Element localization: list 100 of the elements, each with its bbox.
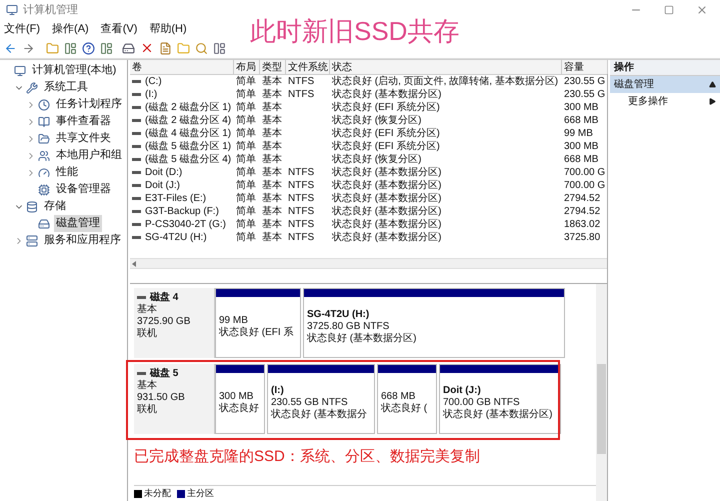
column-header[interactable]: 布局 bbox=[234, 60, 260, 74]
table-cell: 简单 bbox=[236, 114, 256, 127]
volume-icon bbox=[132, 93, 141, 96]
table-cell: 2794.52 bbox=[564, 192, 600, 205]
table-cell: (C:) bbox=[145, 75, 162, 88]
disk-size: 931.50 GB bbox=[137, 392, 186, 404]
column-header[interactable]: 卷 bbox=[130, 60, 234, 74]
console-icon[interactable] bbox=[213, 42, 226, 54]
menu-item[interactable]: 操作(A) bbox=[52, 20, 89, 38]
menu-item[interactable]: 帮助(H) bbox=[149, 20, 187, 38]
gauge-icon bbox=[38, 166, 50, 178]
table-cell: 230.55 G bbox=[564, 88, 606, 101]
folder-icon[interactable] bbox=[177, 42, 190, 54]
tree-item[interactable]: 设备管理器 bbox=[54, 181, 113, 198]
table-cell: 简单 bbox=[236, 75, 256, 88]
table-cell: NTFS bbox=[288, 231, 314, 244]
search-icon[interactable] bbox=[195, 42, 208, 54]
vertical-scrollbar[interactable] bbox=[596, 284, 607, 501]
book-icon bbox=[38, 116, 50, 128]
table-cell: Doit (D:) bbox=[145, 166, 182, 179]
column-header[interactable]: 容量 bbox=[562, 60, 608, 74]
collapse-icon[interactable] bbox=[709, 81, 716, 88]
action-item[interactable]: 更多操作 bbox=[610, 93, 720, 110]
scroll-left-icon[interactable] bbox=[132, 260, 137, 266]
table-cell: 简单 bbox=[236, 231, 256, 244]
table-cell: (I:) bbox=[145, 88, 158, 101]
table-cell: 基本 bbox=[262, 75, 282, 88]
help-icon[interactable] bbox=[82, 42, 95, 54]
disk-type: 基本 bbox=[137, 304, 158, 316]
table-cell: 基本 bbox=[262, 179, 282, 192]
forward-icon[interactable] bbox=[22, 42, 35, 54]
tree-item[interactable]: 计算机管理(本地) bbox=[30, 62, 118, 79]
panel-icon[interactable] bbox=[100, 42, 113, 54]
back-icon[interactable] bbox=[4, 42, 17, 54]
monitor-icon bbox=[14, 64, 26, 76]
users-icon bbox=[38, 150, 50, 162]
volume-icon bbox=[132, 119, 141, 122]
maximize-icon[interactable] bbox=[664, 5, 674, 15]
table-cell: 简单 bbox=[236, 205, 256, 218]
partition[interactable]: (I:) 230.55 GB NTFS 状态良好 (基本数据分 bbox=[267, 364, 375, 434]
close-icon[interactable] bbox=[696, 4, 708, 16]
document-icon[interactable] bbox=[159, 42, 172, 54]
partition[interactable]: Doit (J:) 700.00 GB NTFS 状态良好 (基本数据分区) bbox=[439, 364, 561, 434]
tree-item[interactable]: 本地用户和组 bbox=[54, 147, 124, 164]
partition-status: 状态良好 bbox=[219, 403, 260, 415]
partition[interactable]: 668 MB 状态良好 ( bbox=[377, 364, 437, 434]
panel-icon[interactable] bbox=[64, 42, 77, 54]
partition[interactable]: 300 MB 状态良好 bbox=[215, 364, 265, 434]
table-cell: 简单 bbox=[236, 153, 256, 166]
tree-item[interactable]: 事件查看器 bbox=[54, 113, 113, 130]
table-cell: 状态良好 (基本数据分区) bbox=[332, 192, 442, 205]
table-cell: 基本 bbox=[262, 205, 282, 218]
horizontal-scrollbar[interactable] bbox=[130, 258, 607, 269]
drive-icon bbox=[38, 218, 50, 230]
volume-icon bbox=[132, 158, 141, 161]
table-cell: 基本 bbox=[262, 218, 282, 231]
tree-item[interactable]: 系统工具 bbox=[42, 79, 90, 96]
partition-size: 700.00 GB NTFS bbox=[443, 397, 521, 408]
tree-item[interactable]: 磁盘管理 bbox=[54, 215, 102, 232]
partition[interactable]: 99 MB 状态良好 (EFI 系 bbox=[215, 288, 301, 358]
table-cell: 基本 bbox=[262, 140, 282, 153]
table-cell: 99 MB bbox=[564, 127, 593, 140]
table-cell: 230.55 G bbox=[564, 75, 606, 88]
table-cell: 状态良好 (基本数据分区) bbox=[332, 88, 442, 101]
table-cell: SG-4T2U (H:) bbox=[145, 231, 207, 244]
table-cell: 简单 bbox=[236, 192, 256, 205]
table-cell: E3T-Files (E:) bbox=[145, 192, 206, 205]
menu-item[interactable]: 文件(F) bbox=[4, 20, 40, 38]
partition-status: 状态良好 (基本数据分 bbox=[271, 409, 368, 421]
tree-item[interactable]: 性能 bbox=[54, 164, 80, 181]
clock-icon bbox=[38, 98, 50, 110]
action-group[interactable]: 磁盘管理 bbox=[610, 76, 720, 93]
tree-item[interactable]: 任务计划程序 bbox=[54, 96, 124, 113]
actions-header: 操作 bbox=[610, 60, 720, 76]
drive-icon[interactable] bbox=[122, 42, 135, 54]
table-cell: 基本 bbox=[262, 88, 282, 101]
folder-icon[interactable] bbox=[46, 42, 59, 54]
partition-status: 状态良好 (基本数据分区) bbox=[443, 409, 554, 421]
column-header[interactable]: 类型 bbox=[260, 60, 286, 74]
table-cell: 简单 bbox=[236, 127, 256, 140]
tree-item[interactable]: 服务和应用程序 bbox=[42, 232, 123, 249]
partition[interactable]: SG-4T2U (H:) 3725.80 GB NTFS 状态良好 (基本数据分区) bbox=[303, 288, 565, 358]
table-cell: 668 MB bbox=[564, 153, 598, 166]
table-cell: 3725.80 bbox=[564, 231, 600, 244]
menu-item[interactable]: 查看(V) bbox=[100, 20, 138, 38]
table-cell: 基本 bbox=[262, 114, 282, 127]
delete-icon[interactable] bbox=[140, 41, 154, 55]
table-cell: 668 MB bbox=[564, 114, 598, 127]
volume-icon bbox=[132, 223, 141, 226]
tree-item[interactable]: 存储 bbox=[42, 198, 68, 215]
table-cell: 状态良好 (EFI 系统分区) bbox=[332, 101, 440, 114]
column-header[interactable]: 状态 bbox=[330, 60, 562, 74]
column-header[interactable]: 文件系统 bbox=[286, 60, 330, 74]
database-icon bbox=[26, 200, 38, 212]
tree-item[interactable]: 共享文件夹 bbox=[54, 130, 113, 147]
table-cell: 简单 bbox=[236, 179, 256, 192]
table-cell: 700.00 G bbox=[564, 166, 606, 179]
table-cell: 基本 bbox=[262, 192, 282, 205]
volume-icon bbox=[132, 210, 141, 213]
table-cell: 基本 bbox=[262, 101, 282, 114]
